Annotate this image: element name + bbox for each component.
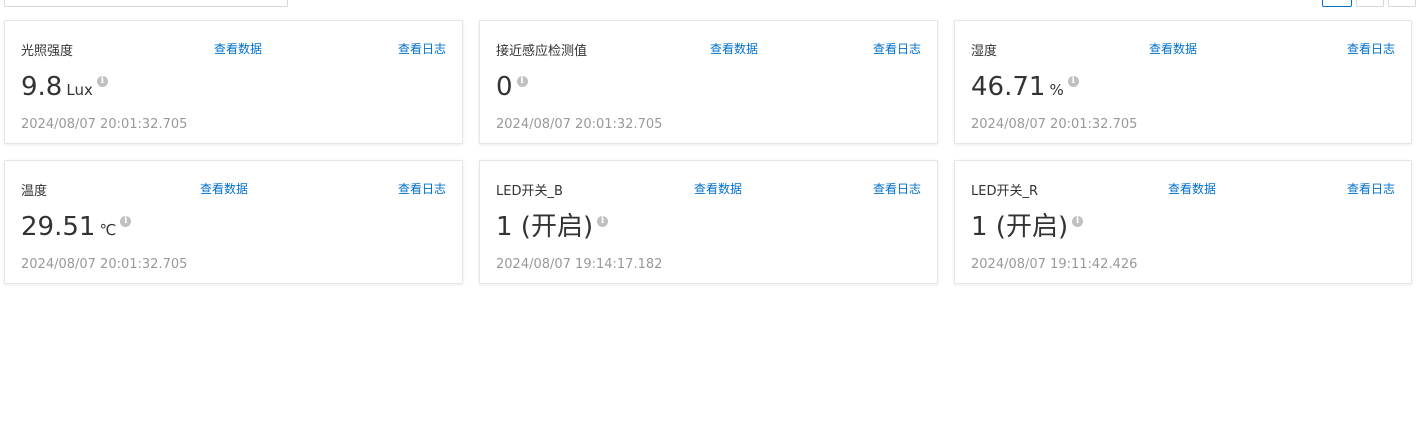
info-icon[interactable]: i xyxy=(1072,216,1084,227)
list-view-button[interactable] xyxy=(1356,0,1384,7)
grid-view-button[interactable] xyxy=(1322,0,1352,7)
card-title: 接近感应检测值 xyxy=(496,44,588,59)
card-title: 温度 xyxy=(21,184,48,199)
view-data-link[interactable]: 查看数据 xyxy=(200,180,248,197)
property-value: 9.8 xyxy=(21,72,63,102)
property-unit: ℃ xyxy=(99,221,117,239)
card-title: LED开关_B xyxy=(496,184,563,199)
view-data-link[interactable]: 查看数据 xyxy=(694,180,742,197)
update-timestamp: 2024/08/07 19:14:17.182 xyxy=(496,257,663,272)
view-log-link[interactable]: 查看日志 xyxy=(873,40,921,57)
view-log-link[interactable]: 查看日志 xyxy=(398,180,446,197)
value-row: 1 (开启) i xyxy=(971,211,1084,243)
property-value: 1 (开启) xyxy=(496,212,594,242)
value-row: 46.71 % i xyxy=(971,71,1079,103)
property-card-led-switch-r: LED开关_R 查看数据 查看日志 1 (开启) i 2024/08/07 19… xyxy=(954,160,1412,284)
view-data-link[interactable]: 查看数据 xyxy=(1149,40,1197,57)
property-card-grid: 光照强度 查看数据 查看日志 9.8 Lux i 2024/08/07 20:0… xyxy=(4,20,1412,284)
property-value: 46.71 xyxy=(971,72,1046,102)
property-card-light-intensity: 光照强度 查看数据 查看日志 9.8 Lux i 2024/08/07 20:0… xyxy=(4,20,463,144)
view-log-link[interactable]: 查看日志 xyxy=(1347,40,1395,57)
update-timestamp: 2024/08/07 20:01:32.705 xyxy=(21,257,188,272)
view-log-link[interactable]: 查看日志 xyxy=(873,180,921,197)
search-input[interactable] xyxy=(4,0,288,7)
property-unit: Lux xyxy=(66,81,93,99)
info-icon[interactable]: i xyxy=(516,76,528,87)
view-data-link[interactable]: 查看数据 xyxy=(710,40,758,57)
view-log-link[interactable]: 查看日志 xyxy=(398,40,446,57)
update-timestamp: 2024/08/07 20:01:32.705 xyxy=(971,117,1138,132)
update-timestamp: 2024/08/07 20:01:32.705 xyxy=(496,117,663,132)
info-icon[interactable]: i xyxy=(597,216,609,227)
more-view-button[interactable] xyxy=(1388,0,1416,7)
view-data-link[interactable]: 查看数据 xyxy=(1168,180,1216,197)
view-log-link[interactable]: 查看日志 xyxy=(1347,180,1395,197)
card-title: 光照强度 xyxy=(21,44,74,59)
card-title: 湿度 xyxy=(971,44,998,59)
property-value: 1 (开启) xyxy=(971,212,1069,242)
view-toggle-group xyxy=(1322,0,1416,7)
property-card-proximity: 接近感应检测值 查看数据 查看日志 0 i 2024/08/07 20:01:3… xyxy=(479,20,938,144)
property-card-led-switch-b: LED开关_B 查看数据 查看日志 1 (开启) i 2024/08/07 19… xyxy=(479,160,938,284)
update-timestamp: 2024/08/07 20:01:32.705 xyxy=(21,117,188,132)
property-card-humidity: 湿度 查看数据 查看日志 46.71 % i 2024/08/07 20:01:… xyxy=(954,20,1412,144)
property-card-temperature: 温度 查看数据 查看日志 29.51 ℃ i 2024/08/07 20:01:… xyxy=(4,160,463,284)
card-title: LED开关_R xyxy=(971,184,1038,199)
property-value: 0 xyxy=(496,72,513,102)
value-row: 29.51 ℃ i xyxy=(21,211,132,243)
update-timestamp: 2024/08/07 19:11:42.426 xyxy=(971,257,1138,272)
property-value: 29.51 xyxy=(21,212,96,242)
value-row: 1 (开启) i xyxy=(496,211,609,243)
value-row: 9.8 Lux i xyxy=(21,71,108,103)
property-unit: % xyxy=(1049,81,1064,99)
view-data-link[interactable]: 查看数据 xyxy=(214,40,262,57)
info-icon[interactable]: i xyxy=(120,216,132,227)
value-row: 0 i xyxy=(496,71,528,103)
info-icon[interactable]: i xyxy=(96,76,108,87)
info-icon[interactable]: i xyxy=(1067,76,1079,87)
